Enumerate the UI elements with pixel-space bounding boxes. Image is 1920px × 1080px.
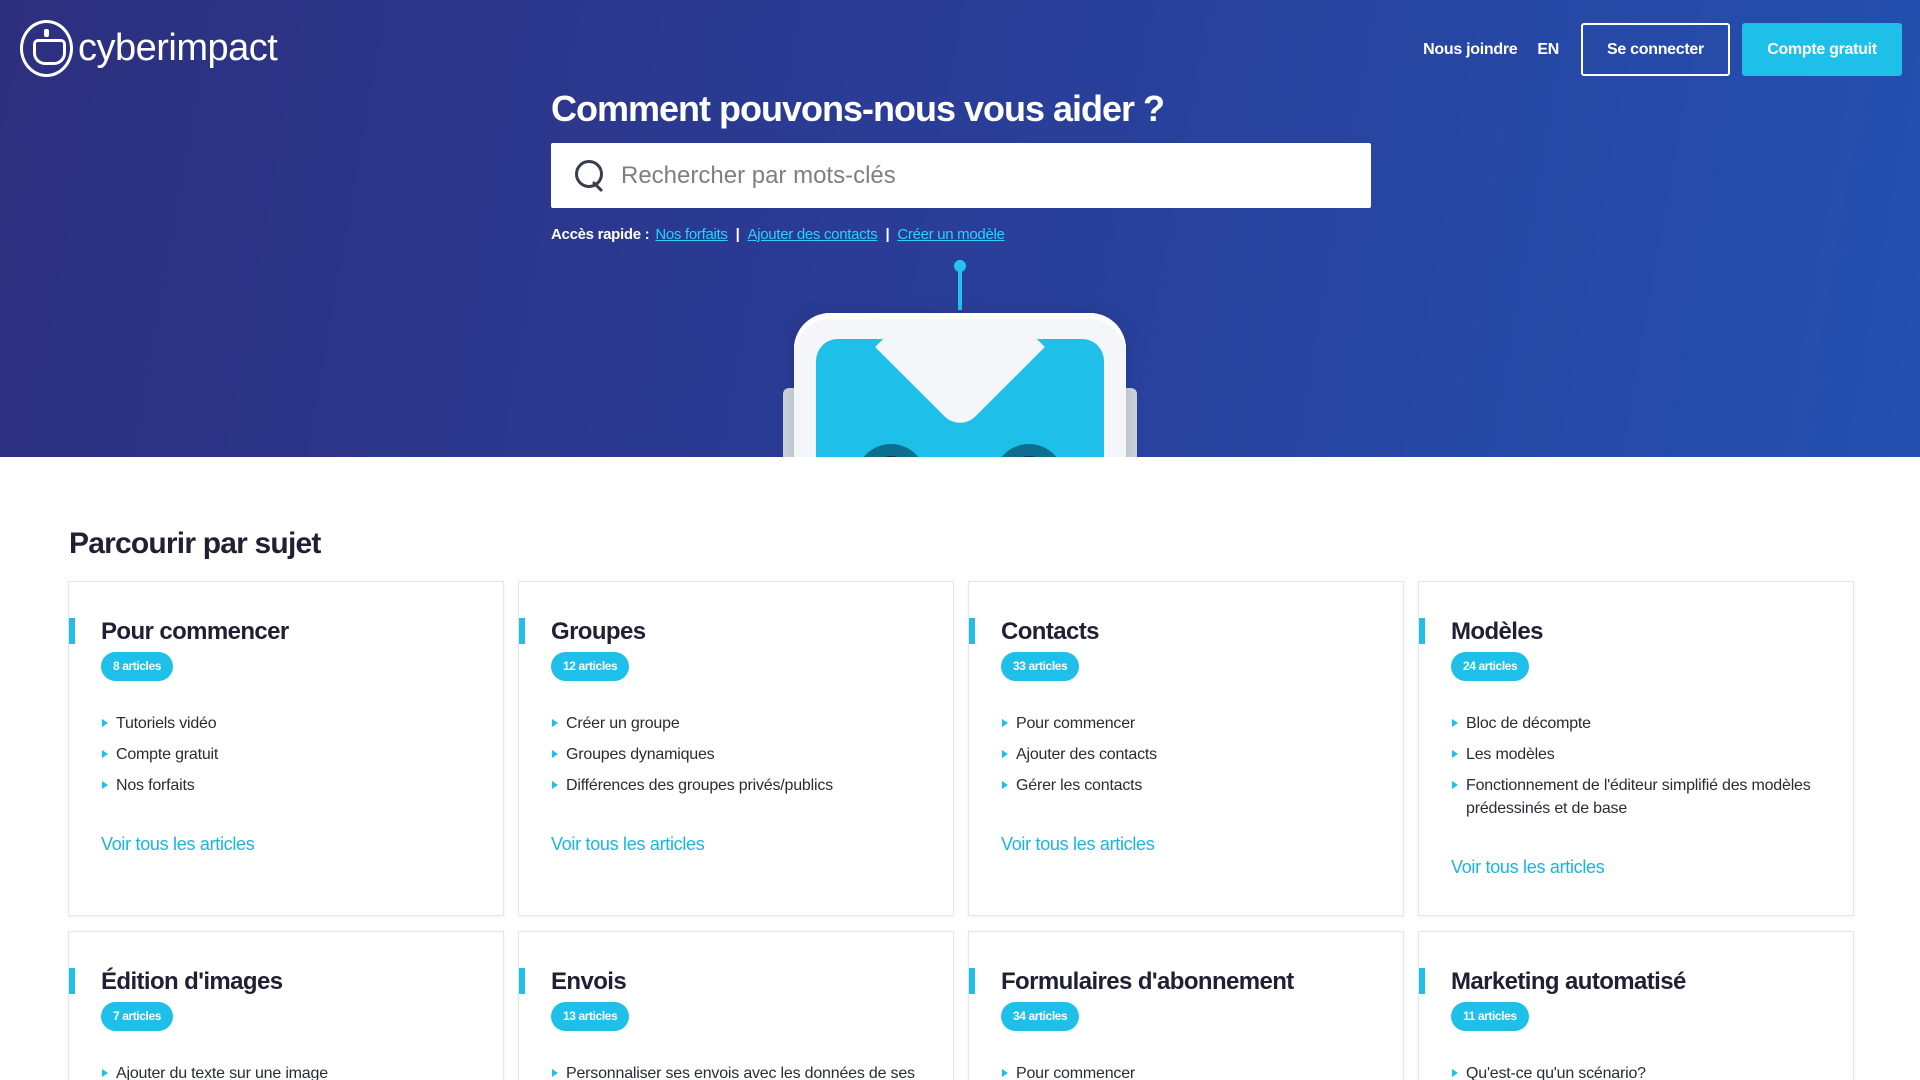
card-title: Pour commencer [101, 618, 289, 645]
quick-link-create-template[interactable]: Créer un modèle [897, 226, 1005, 243]
robot-eye-right [994, 444, 1064, 457]
robot-visor-notch [875, 339, 1045, 432]
search-icon[interactable] [573, 158, 609, 194]
robot-mascot-illustration [780, 260, 1140, 457]
separator: | [735, 226, 740, 243]
article-list: Créer un groupe Groupes dynamiques Diffé… [551, 712, 931, 805]
card-accent [969, 968, 975, 994]
card-title: Contacts [1001, 618, 1099, 645]
search-input[interactable] [621, 161, 1341, 190]
article-list: Pour commencer [1001, 1062, 1381, 1080]
article-link[interactable]: Créer un groupe [551, 712, 931, 735]
topic-card-automation[interactable]: Marketing automatisé 11 articles Qu'est-… [1418, 931, 1854, 1080]
card-accent [69, 968, 75, 994]
article-count-badge: 7 articles [101, 1002, 174, 1031]
article-link[interactable]: Fonctionnement de l'éditeur simplifié de… [1451, 774, 1831, 820]
robot-logo-icon [20, 20, 73, 77]
article-link[interactable]: Les modèles [1451, 743, 1831, 766]
card-title: Envois [551, 968, 627, 995]
topic-card-contacts[interactable]: Contacts 33 articles Pour commencer Ajou… [968, 581, 1404, 916]
see-all-articles-link[interactable]: Voir tous les articles [1451, 857, 1605, 878]
quick-access-label: Accès rapide : [551, 226, 650, 243]
quick-access: Accès rapide : Nos forfaits | Ajouter de… [551, 226, 1005, 243]
article-link[interactable]: Nos forfaits [101, 774, 481, 797]
card-title: Groupes [551, 618, 646, 645]
card-accent [1419, 618, 1425, 644]
article-link[interactable]: Tutoriels vidéo [101, 712, 481, 735]
see-all-articles-link[interactable]: Voir tous les articles [101, 834, 255, 855]
article-count-badge: 12 articles [551, 652, 630, 681]
separator: | [885, 226, 890, 243]
article-count-badge: 34 articles [1001, 1002, 1080, 1031]
see-all-articles-link[interactable]: Voir tous les articles [1001, 834, 1155, 855]
quick-link-add-contacts[interactable]: Ajouter des contacts [748, 226, 878, 243]
article-count-badge: 11 articles [1451, 1002, 1529, 1031]
robot-eye-left [856, 444, 926, 457]
card-accent [969, 618, 975, 644]
article-link[interactable]: Différences des groupes privés/publics [551, 774, 931, 797]
article-count-badge: 24 articles [1451, 652, 1530, 681]
card-title: Formulaires d'abonnement [1001, 968, 1294, 995]
language-switch[interactable]: EN [1537, 41, 1559, 59]
robot-head [794, 313, 1126, 457]
topic-card-subscription-forms[interactable]: Formulaires d'abonnement 34 articles Pou… [968, 931, 1404, 1080]
card-title: Modèles [1451, 618, 1543, 645]
topic-card-templates[interactable]: Modèles 24 articles Bloc de décompte Les… [1418, 581, 1854, 916]
robot-visor [816, 339, 1104, 457]
see-all-articles-link[interactable]: Voir tous les articles [551, 834, 705, 855]
brand-logo[interactable]: cyberimpact [20, 20, 278, 77]
article-link[interactable]: Bloc de décompte [1451, 712, 1831, 735]
article-link[interactable]: Gérer les contacts [1001, 774, 1381, 797]
search-bar [551, 143, 1371, 208]
topic-card-image-editing[interactable]: Édition d'images 7 articles Ajouter du t… [68, 931, 504, 1080]
card-accent [519, 618, 525, 644]
article-link[interactable]: Qu'est-ce qu'un scénario? [1451, 1062, 1831, 1080]
article-list: Personnaliser ses envois avec les donnée… [551, 1062, 931, 1080]
quick-link-plans[interactable]: Nos forfaits [655, 226, 728, 243]
robot-antenna-tip [954, 260, 966, 272]
topic-card-sends[interactable]: Envois 13 articles Personnaliser ses env… [518, 931, 954, 1080]
article-list: Pour commencer Ajouter des contacts Gére… [1001, 712, 1381, 805]
page-title: Comment pouvons-nous vous aider ? [551, 88, 1165, 129]
article-link[interactable]: Ajouter du texte sur une image [101, 1062, 481, 1080]
contact-link[interactable]: Nous joindre [1423, 41, 1517, 59]
card-accent [1419, 968, 1425, 994]
hero-banner: cyberimpact Nous joindre EN Se connecter… [0, 0, 1920, 457]
article-list: Qu'est-ce qu'un scénario? [1451, 1062, 1831, 1080]
article-link[interactable]: Personnaliser ses envois avec les donnée… [551, 1062, 931, 1080]
topic-card-groups[interactable]: Groupes 12 articles Créer un groupe Grou… [518, 581, 954, 916]
article-link[interactable]: Pour commencer [1001, 712, 1381, 735]
article-count-badge: 8 articles [101, 652, 174, 681]
card-accent [69, 618, 75, 644]
article-link[interactable]: Groupes dynamiques [551, 743, 931, 766]
card-title: Édition d'images [101, 968, 283, 995]
article-count-badge: 13 articles [551, 1002, 630, 1031]
article-link[interactable]: Pour commencer [1001, 1062, 1381, 1080]
topic-card-getting-started[interactable]: Pour commencer 8 articles Tutoriels vidé… [68, 581, 504, 916]
article-link[interactable]: Compte gratuit [101, 743, 481, 766]
article-count-badge: 33 articles [1001, 652, 1080, 681]
article-link[interactable]: Ajouter des contacts [1001, 743, 1381, 766]
article-list: Bloc de décompte Les modèles Fonctionnem… [1451, 712, 1831, 828]
free-account-button[interactable]: Compte gratuit [1742, 23, 1902, 76]
article-list: Tutoriels vidéo Compte gratuit Nos forfa… [101, 712, 481, 805]
article-list: Ajouter du texte sur une image [101, 1062, 481, 1080]
login-button[interactable]: Se connecter [1581, 23, 1730, 76]
brand-name: cyberimpact [78, 27, 278, 69]
top-navigation: Nous joindre EN Se connecter Compte grat… [1423, 23, 1902, 76]
card-accent [519, 968, 525, 994]
card-title: Marketing automatisé [1451, 968, 1686, 995]
section-title: Parcourir par sujet [69, 527, 321, 560]
